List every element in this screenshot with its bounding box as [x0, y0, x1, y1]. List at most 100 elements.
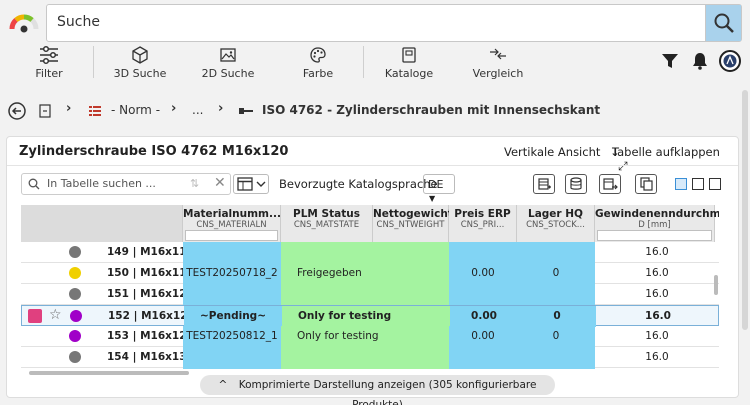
search-2d-button[interactable]: 2D Suche	[193, 42, 263, 86]
view-list-icon[interactable]	[675, 178, 687, 190]
stock-hq-cell: 0	[517, 263, 595, 284]
sort-arrows-icon: ⇅	[190, 177, 200, 190]
language-value: DE	[428, 178, 444, 191]
chevron-right-icon: ›	[66, 101, 72, 116]
table-row[interactable]: 153 | M16x120TEST20250812_1Only for test…	[21, 326, 719, 347]
compact-view-toggle[interactable]: ^ Komprimierte Darstellung anzeigen (305…	[200, 375, 555, 405]
table-add-icon	[538, 178, 551, 190]
image-icon	[220, 48, 236, 62]
panel-divider	[7, 165, 738, 166]
column-header[interactable]: Gewindenenndurchme...D [mm]	[595, 205, 719, 242]
back-arrow-icon[interactable]	[8, 102, 26, 120]
plm-status-cell: Freigegeben	[281, 263, 449, 284]
compact-view-label: Komprimierte Darstellung anzeigen (305 k…	[238, 379, 537, 405]
database-button[interactable]	[565, 174, 587, 194]
table-search-input[interactable]: In Tabelle suchen ... ⇅ ✕	[21, 173, 231, 195]
chevron-up-icon: ^	[218, 379, 228, 391]
price-erp-cell: 0.00	[449, 263, 517, 284]
material-number-cell	[183, 368, 281, 369]
search-input[interactable]: Suche	[46, 4, 742, 42]
table-row[interactable]: 149 | M16x110 16.0	[21, 242, 719, 263]
column-subtitle: CNS_MATSTATE	[293, 220, 360, 230]
page-scrollbar[interactable]	[742, 90, 748, 330]
column-subtitle: CNS_STOCK...	[526, 220, 585, 230]
color-label: Farbe	[302, 67, 334, 80]
stock-hq-cell: 0	[518, 306, 596, 327]
user-avatar[interactable]	[719, 50, 741, 72]
table-vertical-scrollbar[interactable]	[714, 275, 718, 295]
plm-status-cell	[281, 368, 449, 369]
filter-tool-button[interactable]: Filter	[24, 42, 74, 86]
status-dot-icon	[69, 288, 81, 300]
fullscreen-icon: ⤢	[618, 159, 628, 173]
row-name: 154 | M16x130	[107, 351, 183, 363]
product-table: Materialnumm... CNS_MATERIALN PLM Status CN…	[21, 205, 719, 369]
chevron-right-icon: ›	[171, 101, 177, 116]
vertical-view-toggle[interactable]: Vertikale Ansicht ↓	[504, 145, 620, 159]
color-button[interactable]: Farbe	[288, 42, 348, 86]
compare-button[interactable]: Vergleich	[466, 42, 530, 86]
bell-icon[interactable]	[691, 52, 709, 70]
favorite-star-icon[interactable]: ☆	[49, 307, 62, 323]
table-horizontal-scrollbar[interactable]	[29, 371, 189, 375]
add-row-button[interactable]	[533, 174, 555, 194]
table-row[interactable]: ☆152 | M16x120~Pending~Only for testing0…	[21, 305, 719, 327]
funnel-filter-icon[interactable]	[661, 52, 679, 70]
material-number-cell	[183, 284, 281, 305]
search-button[interactable]	[705, 5, 741, 41]
breadcrumb: › - Norm - › ... › ISO 4762 - Zylindersc…	[0, 96, 750, 126]
thread-diameter-cell: 16.0	[645, 246, 669, 258]
table-row[interactable]: 155 | M16x130 16.0	[21, 368, 719, 369]
catalogs-button[interactable]: Kataloge	[378, 42, 440, 86]
column-subtitle: CNS_NTWEIGHT	[376, 220, 445, 230]
column-filter-input[interactable]	[597, 230, 712, 241]
column-title: Gewindenenndurchme...	[595, 208, 719, 220]
preferred-language-label: Bevorzugte Katalogsprache	[279, 177, 438, 191]
material-number-cell: TEST20250812_1	[183, 326, 281, 347]
plm-status-cell	[281, 242, 449, 263]
search-icon	[28, 178, 40, 190]
stock-hq-cell	[517, 368, 595, 369]
thread-diameter-cell: 16.0	[595, 368, 719, 369]
download-icon[interactable]	[28, 309, 42, 323]
language-select[interactable]: DE ▼	[423, 174, 455, 203]
compare-arrows-icon	[490, 48, 506, 60]
expand-table-button[interactable]: Tabelle aufklappen ⤢	[612, 145, 738, 174]
column-header[interactable]: Lager HQ CNS_STOCK...	[517, 205, 595, 242]
view-rows-icon[interactable]	[692, 178, 704, 190]
copy-icon	[640, 177, 653, 191]
view-table-icon[interactable]	[709, 178, 721, 190]
palette-icon	[310, 47, 326, 63]
price-erp-cell: 0.00	[450, 306, 518, 327]
column-header[interactable]: Preis ERP CNS_PRI...	[449, 205, 517, 242]
export-button[interactable]	[599, 174, 621, 194]
column-header[interactable]: Nettogewicht CNS_NTWEIGHT	[373, 205, 453, 242]
column-filter-input[interactable]	[185, 230, 278, 241]
copy-button[interactable]	[635, 174, 657, 194]
table-row[interactable]: 154 | M16x130 16.0	[21, 347, 719, 368]
toolbar: Filter 3D Suche 2D Suche Farbe Kataloge …	[0, 42, 750, 86]
breadcrumb-ellipsis[interactable]: ...	[192, 103, 203, 117]
material-number-cell	[183, 347, 281, 368]
clear-icon[interactable]: ✕	[214, 175, 226, 191]
catalog-root-icon[interactable]	[38, 104, 52, 118]
vertical-view-label: Vertikale Ansicht	[504, 145, 601, 159]
price-erp-cell: 0.00	[449, 326, 517, 347]
thread-diameter-cell: 16.0	[645, 351, 669, 363]
column-chooser-button[interactable]	[233, 174, 269, 194]
search-3d-label: 3D Suche	[113, 67, 167, 80]
column-header[interactable]: Materialnumm... CNS_MATERIALN	[183, 205, 281, 242]
table-columns-icon	[237, 177, 266, 191]
search-3d-button[interactable]: 3D Suche	[105, 42, 175, 86]
screw-icon	[239, 108, 253, 114]
app-window: Suche Filter 3D Suche 2D Suche Farbe Kat…	[0, 0, 750, 405]
table-row[interactable]: 151 | M16x120 16.0	[21, 284, 719, 305]
stock-hq-cell: 0	[517, 326, 595, 347]
catalog-book-icon	[402, 47, 416, 63]
breadcrumb-norm[interactable]: - Norm -	[111, 103, 160, 117]
norm-folder-icon[interactable]	[88, 104, 102, 118]
plm-status-cell	[281, 284, 449, 305]
stock-hq-cell	[517, 347, 595, 368]
column-header[interactable]: PLM Status CNS_MATSTATE	[281, 205, 373, 242]
table-row[interactable]: 150 | M16x110TEST20250718_2Freigegeben0.…	[21, 263, 719, 284]
